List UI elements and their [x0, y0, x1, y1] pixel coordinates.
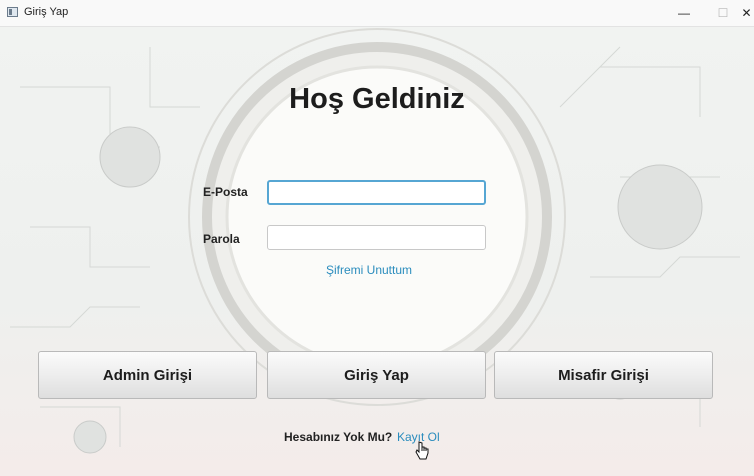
no-account-text: Hesabınız Yok Mu?	[284, 430, 393, 444]
app-icon	[7, 7, 18, 17]
welcome-heading: Hoş Geldiniz	[289, 83, 465, 115]
admin-login-button[interactable]: Admin Girişi	[38, 351, 257, 399]
password-field[interactable]	[267, 225, 486, 250]
close-button[interactable]: ✕	[739, 0, 754, 26]
title-bar: Giriş Yap — ☐ ✕	[0, 0, 754, 27]
password-label: Parola	[203, 232, 240, 246]
login-button[interactable]: Giriş Yap	[267, 351, 486, 399]
email-label: E-Posta	[203, 185, 248, 199]
login-panel: Hoş Geldiniz E-Posta Parola Şifremi Unut…	[0, 27, 754, 476]
email-field[interactable]	[267, 180, 486, 205]
guest-login-button[interactable]: Misafir Girişi	[494, 351, 713, 399]
forgot-password-link[interactable]: Şifremi Unuttum	[326, 263, 412, 277]
login-window: Giriş Yap — ☐ ✕ Hoş Geldiniz E-Posta Par…	[0, 0, 754, 476]
hand-cursor-icon	[415, 441, 429, 460]
window-title: Giriş Yap	[24, 6, 69, 18]
